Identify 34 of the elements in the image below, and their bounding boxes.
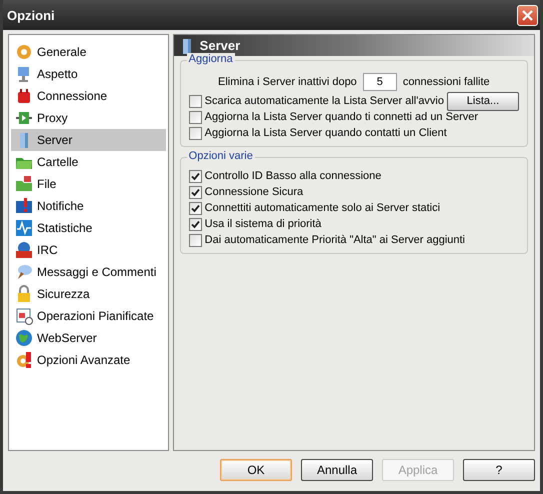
window-title: Opzioni [7,8,55,22]
checkbox-label: Scarica automaticamente la Lista Server all'avvio [204,95,444,107]
checkbox-label: Dai automaticamente Priorità "Alta" ai Server aggiunti [204,234,465,246]
checkbox-label: Connettiti automaticamente solo ai Server statici [204,202,440,214]
sidebar-item[interactable]: Generale [11,41,166,63]
sidebar-item[interactable]: Notifiche [11,195,166,217]
sidebar-item[interactable]: Server [11,129,166,151]
checkbox-label: Usa il sistema di priorità [204,218,322,230]
checkbox-label: Connessione Sicura [204,186,304,198]
sidebar-item[interactable]: Proxy [11,107,166,129]
checkbox-label: Aggiorna la Lista Server quando contatti un Client [204,127,447,139]
dialog-button[interactable]: OK [220,459,292,481]
sidebar-item[interactable]: Aspetto [11,63,166,85]
field-label: connessioni fallite [402,76,490,88]
dialog-button[interactable]: ? [463,459,535,481]
dialog-button[interactable]: Annulla [301,459,373,481]
sidebar-item[interactable]: IRC [11,239,166,261]
sidebar-item[interactable]: Statistiche [11,217,166,239]
sidebar-item[interactable]: Operazioni Pianificate [11,305,166,327]
group-title: Opzioni varie [186,150,255,162]
sidebar-item[interactable]: File [11,173,166,195]
sidebar-item[interactable]: Connessione [11,85,166,107]
panel-title: Server [200,38,240,53]
checkbox-label: Controllo ID Basso alla connessione [204,170,382,182]
sidebar-item[interactable]: Sicurezza [11,283,166,305]
list-button[interactable]: Lista... [447,92,519,110]
field-label: Elimina i Server inattivi dopo [218,76,357,88]
sidebar-item[interactable]: Opzioni Avanzate [11,349,166,371]
checkbox-label: Aggiorna la Lista Server quando ti connetti ad un Server [204,111,478,123]
group-title: Aggiorna [186,53,235,65]
sidebar-item[interactable]: Messaggi e Commenti [11,261,166,283]
number-field[interactable]: 5 [362,73,397,91]
sidebar-item[interactable]: WebServer [11,327,166,349]
sidebar-item[interactable]: Cartelle [11,151,166,173]
